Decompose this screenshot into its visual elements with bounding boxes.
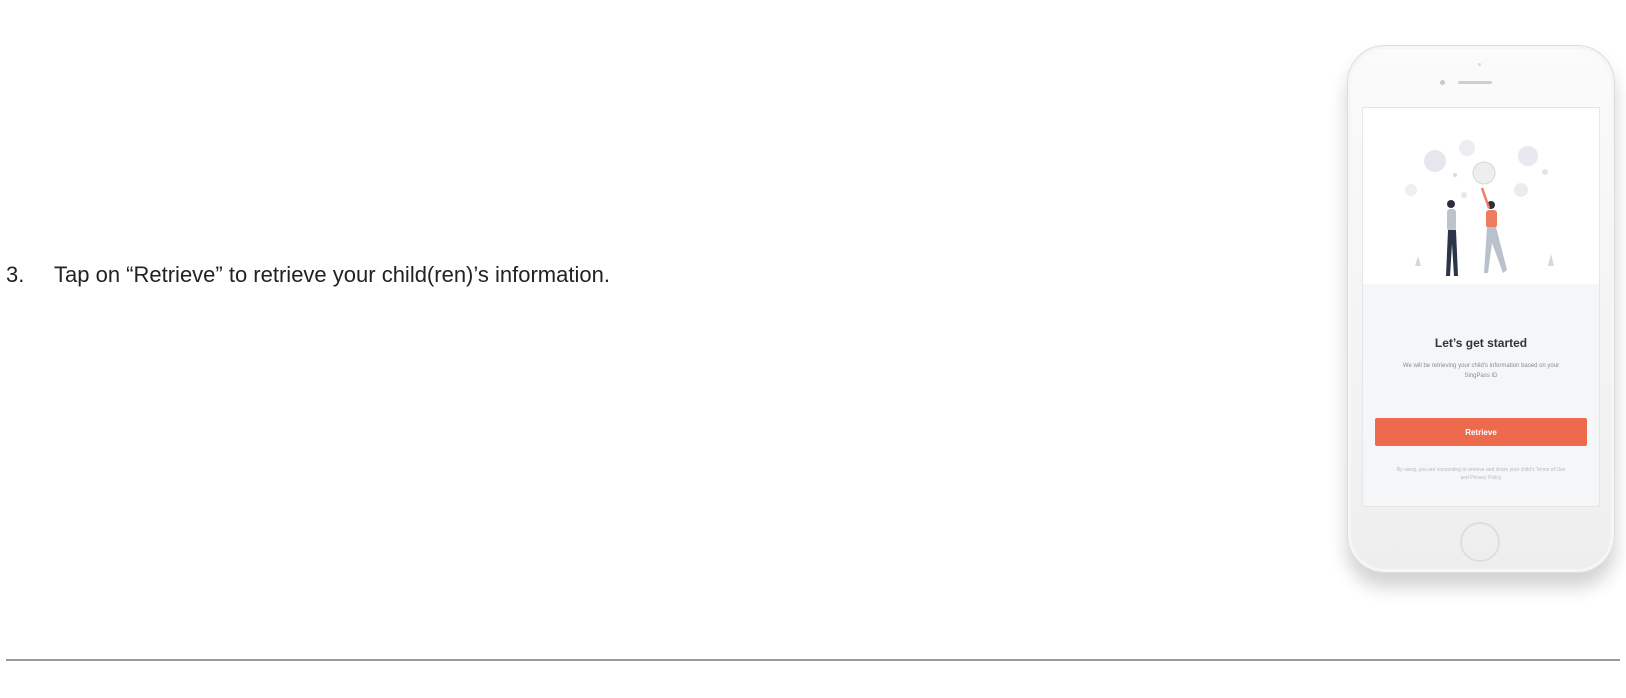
bubble <box>1459 140 1475 156</box>
bubble <box>1405 184 1417 196</box>
phone-screen: Let’s get started We will be retrieving … <box>1362 107 1600 507</box>
bubble <box>1424 150 1446 172</box>
step-text: Tap on “Retrieve” to retrieve your child… <box>54 262 610 287</box>
front-sensor <box>1440 80 1445 85</box>
woman-legs <box>1484 227 1507 273</box>
man-head <box>1447 200 1455 208</box>
earpiece-speaker <box>1458 81 1492 84</box>
home-button[interactable] <box>1460 522 1500 562</box>
man-torso <box>1447 209 1456 231</box>
screen-title: Let’s get started <box>1434 336 1528 350</box>
woman-torso <box>1486 210 1497 228</box>
phone-mockup: Let’s get started We will be retrieving … <box>1347 45 1615 573</box>
bubble <box>1472 161 1496 185</box>
bubble <box>1514 183 1528 197</box>
woman-arm <box>1480 187 1491 209</box>
instruction-step: 3. Tap on “Retrieve” to retrieve your ch… <box>6 262 610 288</box>
onboarding-illustration <box>1405 140 1554 276</box>
section-divider <box>6 659 1620 661</box>
terms-footnote: By using, you are consenting to retrieve… <box>1396 467 1566 481</box>
bubble <box>1453 173 1457 177</box>
screen-description: We will be retrieving your child’s infor… <box>1402 363 1560 379</box>
tree-icon <box>1415 256 1421 266</box>
tree-icon <box>1548 254 1554 266</box>
retrieve-button[interactable]: Retrieve <box>1375 418 1587 446</box>
step-number: 3. <box>6 262 25 287</box>
camera-icon <box>1478 63 1481 66</box>
bubble <box>1461 192 1467 198</box>
bubble <box>1542 169 1548 175</box>
bubble <box>1518 146 1538 166</box>
man-legs <box>1446 230 1458 276</box>
